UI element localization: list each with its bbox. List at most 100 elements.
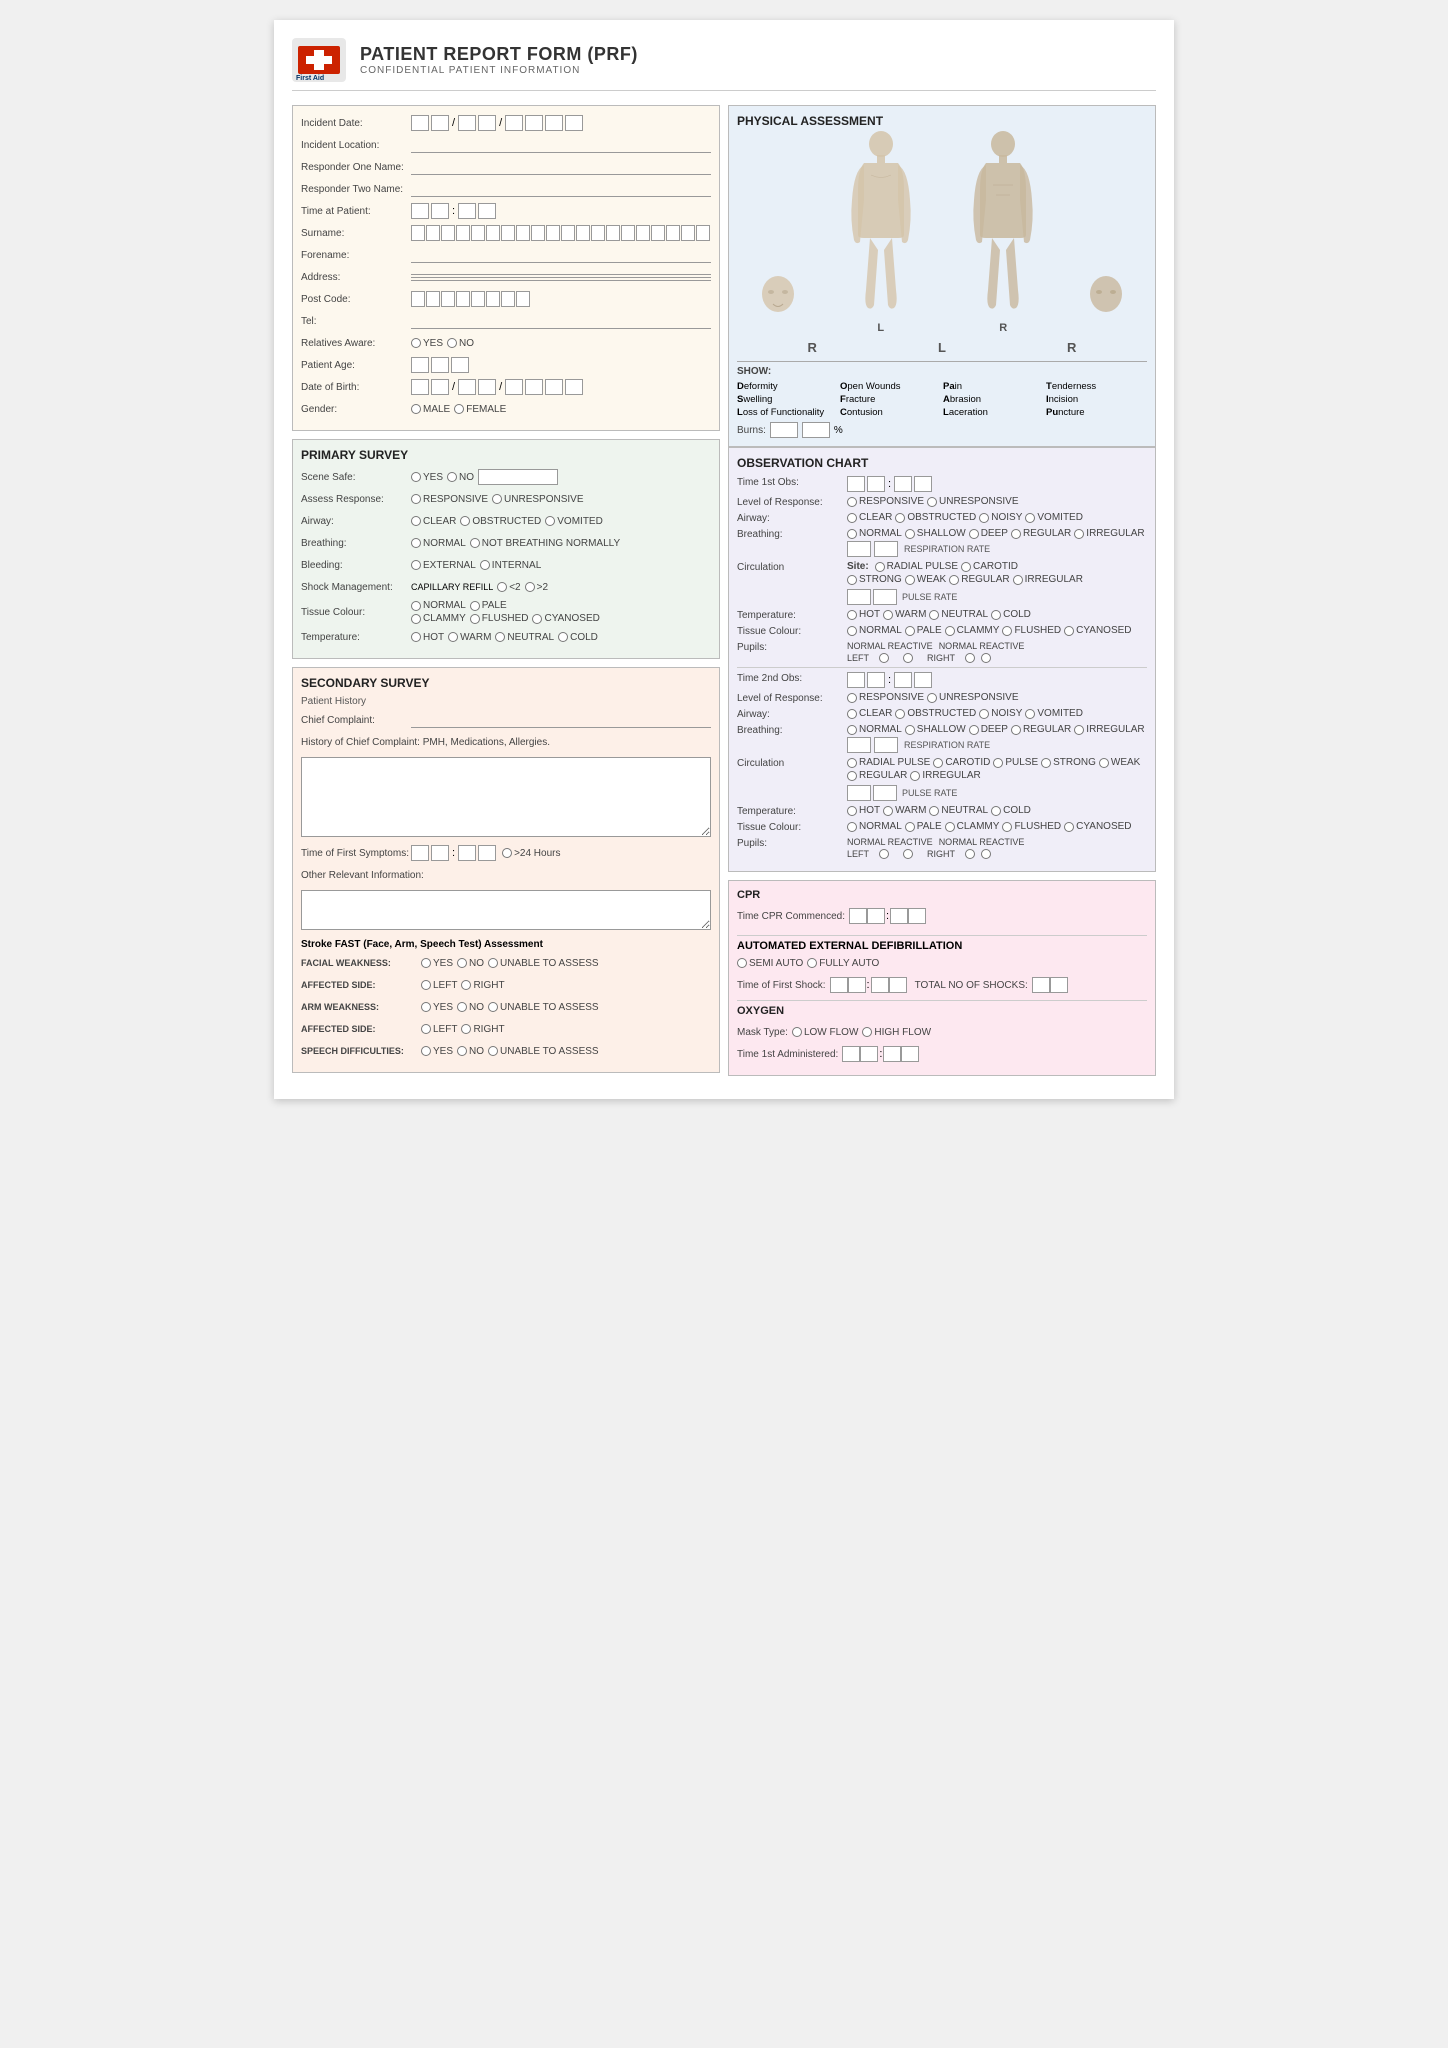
patient-age-row: Patient Age:	[301, 356, 711, 374]
post-code-input	[411, 291, 530, 307]
date-y1[interactable]	[505, 115, 523, 131]
obs-pupils-2-row: Pupils: NORMAL REACTIVE NORMAL REACTIVE …	[737, 837, 1147, 859]
obs-airway-1-row: Airway: CLEAR OBSTRUCTED NOISY VOMITED	[737, 512, 1147, 524]
incident-location-input[interactable]	[411, 137, 711, 153]
body-figure-head-right	[1081, 274, 1131, 334]
time-h2[interactable]	[431, 203, 449, 219]
date-y3[interactable]	[545, 115, 563, 131]
address-line1[interactable]	[411, 274, 711, 275]
address-line3[interactable]	[411, 280, 711, 281]
other-info-textarea[interactable]	[301, 890, 711, 930]
resp-rate-label-1: RESPIRATION RATE	[904, 544, 990, 554]
relatives-yes-radio[interactable]	[411, 338, 421, 348]
head-left-svg	[753, 274, 803, 334]
page-subtitle: CONFIDENTIAL PATIENT INFORMATION	[360, 65, 638, 76]
date-m2[interactable]	[478, 115, 496, 131]
obs-divider	[737, 667, 1147, 668]
scene-safe-options: YES NO	[411, 469, 558, 485]
obs-level-response-1-row: Level of Response: RESPONSIVE UNRESPONSI…	[737, 496, 1147, 508]
right-column: PHYSICAL ASSESSMENT	[728, 105, 1156, 1081]
cpr-title: CPR	[737, 889, 1147, 901]
scene-safe-label: Scene Safe:	[301, 472, 411, 483]
pulse-rate-label-2: PULSE RATE	[902, 788, 957, 798]
obs-temperature-2-row: Temperature: HOT WARM NEUTRAL COLD	[737, 805, 1147, 817]
tel-label: Tel:	[301, 316, 411, 327]
incident-date-row: Incident Date: / /	[301, 114, 711, 132]
ps-temperature-row: Temperature: HOT WARM NEUTRAL COLD	[301, 628, 711, 646]
responder-two-label: Responder Two Name:	[301, 184, 411, 195]
oxygen-mask-row: Mask Type: LOW FLOW HIGH FLOW	[737, 1023, 1147, 1041]
responder-one-row: Responder One Name:	[301, 158, 711, 176]
aed-title: AUTOMATED EXTERNAL DEFIBRILLATION	[737, 940, 1147, 952]
time-m2[interactable]	[478, 203, 496, 219]
show-lac: Laceration	[943, 407, 1044, 418]
obs-breathing-2-row: Breathing: NORMAL SHALLOW DEEP REGULAR I…	[737, 724, 1147, 753]
date-y4[interactable]	[565, 115, 583, 131]
history-label: History of Chief Complaint: PMH, Medicat…	[301, 737, 550, 748]
body-label-left: L	[877, 322, 884, 334]
burns-label: Burns:	[737, 425, 766, 436]
burns-row: Burns: %	[737, 422, 1147, 438]
surname-row: Surname:	[301, 224, 711, 242]
show-i: Incision	[1046, 394, 1147, 405]
primary-survey-section: PRIMARY SURVEY Scene Safe: YES NO Assess…	[292, 439, 720, 659]
history-label-row: History of Chief Complaint: PMH, Medicat…	[301, 733, 711, 751]
time-at-patient-input: :	[411, 203, 496, 219]
scene-safe-text[interactable]	[478, 469, 558, 485]
post-code-row: Post Code:	[301, 290, 711, 308]
forename-input[interactable]	[411, 247, 711, 263]
incident-location-label: Incident Location:	[301, 140, 411, 151]
time-m1[interactable]	[458, 203, 476, 219]
date-d2[interactable]	[431, 115, 449, 131]
facial-weakness-row: FACIAL WEAKNESS: YES NO UNABLE TO ASSESS	[301, 954, 711, 972]
pulse-rate-label-1: PULSE RATE	[902, 592, 957, 602]
relatives-yes[interactable]: YES	[411, 338, 443, 349]
oxygen-time-row: Time 1st Administered: :	[737, 1045, 1147, 1063]
gender-label: Gender:	[301, 404, 411, 415]
history-textarea[interactable]	[301, 757, 711, 837]
physical-assessment-section: PHYSICAL ASSESSMENT	[728, 105, 1156, 447]
body-diagram: L	[737, 134, 1147, 334]
aed-section: AUTOMATED EXTERNAL DEFIBRILLATION SEMI A…	[737, 935, 1147, 994]
oxygen-section: OXYGEN Mask Type: LOW FLOW HIGH FLOW Tim…	[737, 1000, 1147, 1063]
address-line2[interactable]	[411, 277, 711, 278]
obs-level-response-2-row: Level of Response: RESPONSIVE UNRESPONSI…	[737, 692, 1147, 704]
show-section: SHOW: Deformity Open Wounds Pain Tendern…	[737, 361, 1147, 438]
gender-options: MALE FEMALE	[411, 404, 506, 415]
tel-input[interactable]	[411, 313, 711, 329]
burns-unit: %	[834, 425, 843, 436]
show-l: Loss of Functionality	[737, 407, 838, 418]
logo: First Aid INTERNATIONAL	[292, 38, 346, 82]
stroke-fast-title: Stroke FAST (Face, Arm, Speech Test) Ass…	[301, 939, 711, 950]
time-at-patient-label: Time at Patient:	[301, 206, 411, 217]
time-first-symptoms-row: Time of First Symptoms: : >24 Hours	[301, 844, 711, 862]
svg-text:First Aid: First Aid	[296, 75, 324, 82]
time-h1[interactable]	[411, 203, 429, 219]
incident-location-row: Incident Location:	[301, 136, 711, 154]
show-s: Swelling	[737, 394, 838, 405]
main-grid: Incident Date: / /	[292, 105, 1156, 1081]
body-figure-front: L	[836, 130, 926, 334]
responder-two-input[interactable]	[411, 181, 711, 197]
show-c: Contusion	[840, 407, 941, 418]
gender-female[interactable]: FEMALE	[454, 404, 506, 415]
relatives-no-radio[interactable]	[447, 338, 457, 348]
incident-date-input: / /	[411, 115, 583, 131]
date-m1[interactable]	[458, 115, 476, 131]
chief-complaint-input[interactable]	[411, 712, 711, 728]
responder-one-input[interactable]	[411, 159, 711, 175]
burns-input2[interactable]	[802, 422, 830, 438]
site-label-1: Site:	[847, 561, 869, 572]
secondary-survey-subtitle: Patient History	[301, 696, 711, 707]
burns-input1[interactable]	[770, 422, 798, 438]
time-1st-obs-row: Time 1st Obs: :	[737, 476, 1147, 492]
forename-row: Forename:	[301, 246, 711, 264]
date-d1[interactable]	[411, 115, 429, 131]
page-title: PATIENT REPORT FORM (PRF)	[360, 44, 638, 65]
assess-response-row: Assess Response: RESPONSIVE UNRESPONSIVE	[301, 490, 711, 508]
date-y2[interactable]	[525, 115, 543, 131]
patient-age-label: Patient Age:	[301, 360, 411, 371]
show-grid: Deformity Open Wounds Pain Tenderness Sw…	[737, 381, 1147, 418]
relatives-no[interactable]: NO	[447, 338, 474, 349]
gender-male[interactable]: MALE	[411, 404, 450, 415]
